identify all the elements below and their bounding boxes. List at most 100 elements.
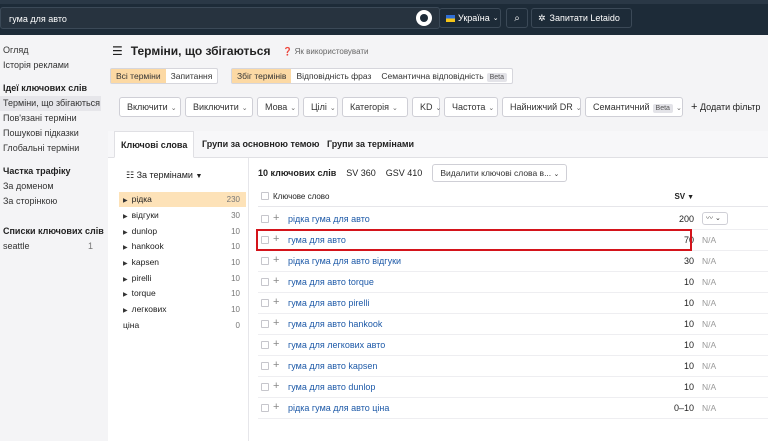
search-input[interactable]: гума для авто — [0, 7, 440, 29]
divider — [248, 158, 249, 441]
row-checkbox[interactable] — [261, 341, 269, 349]
tab-groups-by-terms[interactable]: Групи за термінами — [321, 131, 420, 158]
group-item[interactable]: ▶ dunlop 10 — [119, 224, 246, 239]
sv-value: 10 — [683, 361, 694, 371]
toggle-phrase-match[interactable]: Відповідність фраз — [291, 69, 376, 83]
keyword-link[interactable]: гума для авто pirelli — [288, 298, 369, 308]
toggle-semantic-match[interactable]: Семантична відповідність Beta — [376, 69, 512, 83]
table-row[interactable]: + гума для авто torque 10 N/A — [258, 272, 768, 293]
toggle-questions[interactable]: Запитання — [166, 69, 218, 83]
add-filter-label: Додати фільтр — [699, 102, 761, 112]
toggle-all-terms[interactable]: Всі терміни — [111, 69, 166, 83]
sidebar-item-by-domain[interactable]: За доменом — [0, 179, 101, 194]
chevron-down-icon: ⌄ — [492, 15, 499, 22]
column-sv[interactable]: SV ▼ — [638, 192, 694, 201]
filter-include[interactable]: Включити ⌄ — [119, 97, 181, 117]
filter-frequency[interactable]: Частота ⌄ — [444, 97, 498, 117]
sidebar-item-related-terms[interactable]: Пов'язані терміни — [0, 111, 101, 126]
add-icon[interactable]: + — [273, 338, 279, 350]
keyword-link[interactable]: гума для авто torque — [288, 277, 374, 287]
keyword-link[interactable]: рідка гума для авто відгуки — [288, 256, 401, 266]
results-panel: Ключові слова Групи за основною темою Гр… — [108, 131, 768, 441]
tab-keywords[interactable]: Ключові слова — [114, 131, 195, 158]
keyword-link[interactable]: гума для легкових авто — [288, 340, 385, 350]
row-checkbox[interactable] — [261, 320, 269, 328]
column-keyword[interactable]: Ключове слово — [273, 192, 329, 201]
row-checkbox[interactable] — [261, 257, 269, 265]
keyword-link[interactable]: рідка гума для авто — [288, 214, 370, 224]
row-checkbox[interactable] — [261, 404, 269, 412]
group-item[interactable]: ▶ відгуки 30 — [119, 208, 246, 223]
sidebar-item-search-suggestions[interactable]: Пошукові підказки — [0, 126, 101, 141]
sidebar-item-overview[interactable]: Огляд — [0, 43, 101, 58]
sparkle-icon: ✲ — [538, 12, 546, 23]
how-to-use-link[interactable]: ❓ Як використовувати — [282, 47, 368, 56]
table-row[interactable]: + гума для авто hankook 10 N/A — [258, 314, 768, 335]
table-row[interactable]: + рідка гума для авто ціна 0–10 N/A — [258, 398, 768, 419]
select-all-checkbox[interactable] — [261, 192, 269, 200]
chevron-down-icon: ⌄ — [392, 105, 398, 112]
group-item[interactable]: ▶ легкових 10 — [119, 302, 246, 317]
filter-intents[interactable]: Цілі ⌄ — [303, 97, 338, 117]
row-checkbox[interactable] — [261, 383, 269, 391]
results-summary: 10 ключових слів SV 360 GSV 410 Видалити… — [258, 164, 568, 182]
group-mode-select[interactable]: ☷ За термінами ▼ — [126, 170, 202, 181]
country-select[interactable]: Україна ⌄ — [439, 8, 501, 28]
table-row[interactable]: + гума для авто dunlop 10 N/A — [258, 377, 768, 398]
filter-semantic[interactable]: Семантичний Beta ⌄ — [585, 97, 683, 117]
keyword-link[interactable]: гума для авто dunlop — [288, 382, 375, 392]
sidebar-item-ads-history[interactable]: Історія реклами — [0, 58, 101, 73]
filter-kd[interactable]: KD ⌄ — [412, 97, 442, 117]
filter-exclude[interactable]: Виключити ⌄ — [185, 97, 253, 117]
group-name: відгуки — [131, 210, 159, 220]
ask-button[interactable]: ✲ Запитати Letaido — [531, 8, 632, 28]
add-icon[interactable]: + — [273, 275, 279, 287]
sidebar-item-global-terms[interactable]: Глобальні терміни — [0, 141, 101, 156]
add-icon[interactable]: + — [273, 401, 279, 413]
table-row[interactable]: + гума для легкових авто 10 N/A — [258, 335, 768, 356]
add-icon[interactable]: + — [273, 296, 279, 308]
export-button[interactable]: Видалити ключові слова в... ⌄ — [432, 164, 568, 182]
keyword-link[interactable]: гума для авто hankook — [288, 319, 382, 329]
row-checkbox[interactable] — [261, 362, 269, 370]
group-name: pirelli — [131, 273, 152, 283]
sidebar-item-by-page[interactable]: За сторінкою — [0, 194, 101, 209]
filter-language[interactable]: Мова ⌄ — [257, 97, 299, 117]
row-checkbox[interactable] — [261, 278, 269, 286]
add-icon[interactable]: + — [273, 359, 279, 371]
sidebar-item-matching-terms[interactable]: Терміни, що збігаються — [0, 96, 101, 111]
tab-groups-by-topic[interactable]: Групи за основною темою — [196, 131, 325, 158]
group-item[interactable]: ▶ рідка 230 — [119, 192, 246, 207]
group-item[interactable]: ▶ torque 10 — [119, 286, 246, 301]
add-filter-button[interactable]: + Додати фільтр — [691, 97, 760, 117]
filter-category[interactable]: Категорія ⌄ — [342, 97, 408, 117]
menu-icon[interactable]: ☰ — [112, 44, 123, 58]
group-item[interactable]: ▶ pirelli 10 — [119, 271, 246, 286]
chevron-down-icon: ⌄ — [435, 105, 442, 112]
toggle-term-match[interactable]: Збіг термінів — [232, 69, 292, 83]
table-row[interactable]: + рідка гума для авто 200 〰 ⌄ — [258, 209, 768, 230]
trend-chart-icon: 〰 — [706, 215, 713, 222]
add-icon[interactable]: + — [273, 254, 279, 266]
search-icon: ⌕ — [514, 12, 520, 24]
sidebar-item-list-seattle[interactable]: seattle 1 — [0, 239, 101, 254]
add-icon[interactable]: + — [273, 380, 279, 392]
row-checkbox[interactable] — [261, 299, 269, 307]
add-icon[interactable]: + — [273, 212, 279, 224]
row-checkbox[interactable] — [261, 215, 269, 223]
search-button[interactable]: ⌕ — [506, 8, 528, 28]
keyword-link[interactable]: гума для авто kapsen — [288, 361, 377, 371]
table-row[interactable]: + гума для авто pirelli 10 N/A — [258, 293, 768, 314]
filter-lowest-dr[interactable]: Найнижчий DR ⌄ — [502, 97, 582, 117]
group-item[interactable]: ▶ kapsen 10 — [119, 255, 246, 270]
filter-label: Семантичний — [593, 102, 650, 112]
trend-button[interactable]: 〰 ⌄ — [702, 212, 728, 225]
add-icon[interactable]: + — [273, 317, 279, 329]
group-item[interactable]: ціна 0 — [119, 318, 246, 333]
table-row[interactable]: + рідка гума для авто відгуки 30 N/A — [258, 251, 768, 272]
group-item[interactable]: ▶ hankook 10 — [119, 239, 246, 254]
keyword-link[interactable]: рідка гума для авто ціна — [288, 403, 389, 413]
sv-value: 200 — [678, 214, 694, 224]
table-row[interactable]: + гума для авто kapsen 10 N/A — [258, 356, 768, 377]
logo-icon[interactable] — [416, 10, 432, 26]
